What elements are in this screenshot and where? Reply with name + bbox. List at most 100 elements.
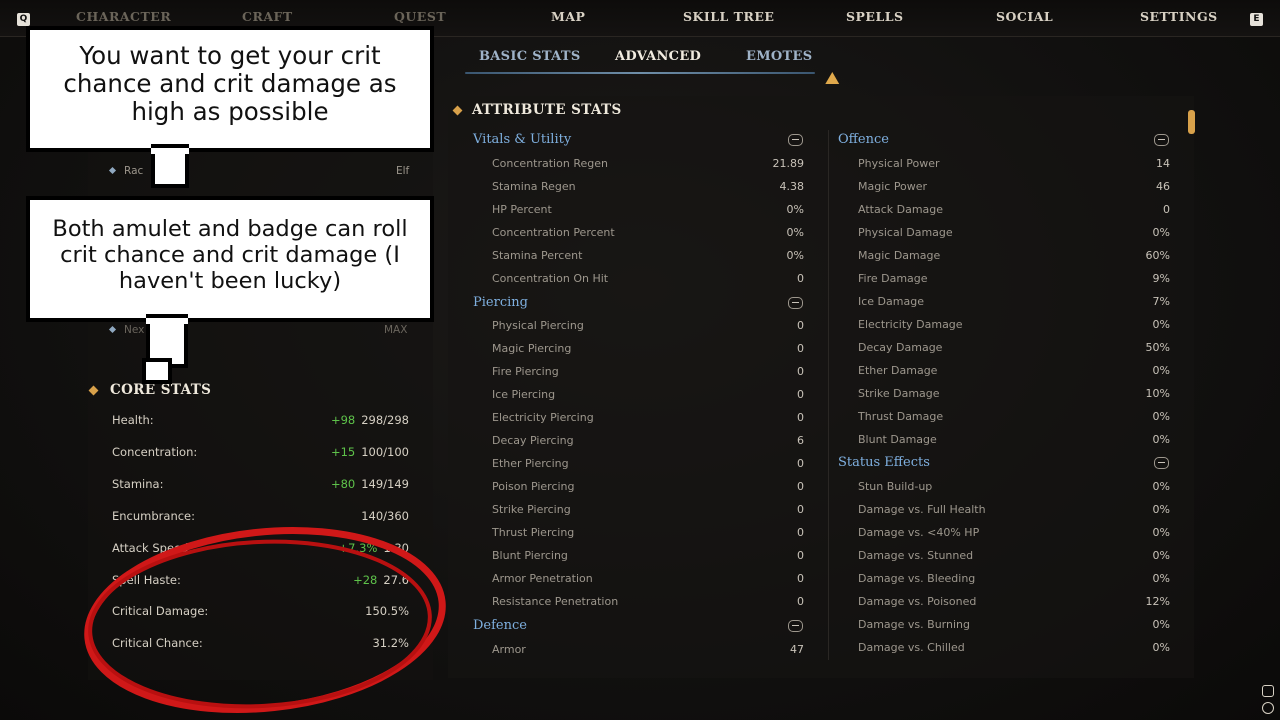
next-level-value: MAX: [384, 324, 408, 336]
collapse-status-effects-button[interactable]: [1154, 457, 1169, 469]
stat-row: HP Percent 0%: [492, 203, 804, 221]
stat-row-value: 0: [797, 526, 804, 539]
stat-row-label: Physical Power: [858, 157, 940, 170]
mouse-cursor-icon: [825, 71, 843, 91]
callout-tail-2: [150, 318, 184, 364]
stat-row: Ether Piercing 0: [492, 457, 804, 475]
stat-row-value: 0%: [1152, 226, 1170, 239]
stat-row-value: 46: [1156, 180, 1170, 193]
stat-row: Magic Piercing 0: [492, 342, 804, 360]
collapse-offence-button[interactable]: [1154, 134, 1169, 146]
callout-tail-2-joint: [146, 318, 188, 324]
callout-tail-1-joint: [151, 148, 189, 154]
nav-craft[interactable]: CRAFT: [242, 9, 293, 24]
stat-row: Damage vs. Burning 0%: [858, 618, 1170, 636]
stat-row-value: 0: [797, 503, 804, 516]
stat-row: Stun Build-up 0%: [858, 480, 1170, 498]
stat-row-label: Thrust Piercing: [492, 526, 575, 539]
stat-row-value: 9%: [1152, 272, 1170, 285]
nav-spells[interactable]: SPELLS: [846, 9, 904, 24]
stat-row-value: 47: [790, 643, 804, 656]
stat-row-label: Damage vs. Poisoned: [858, 595, 977, 608]
stat-row-label: Damage vs. Burning: [858, 618, 970, 631]
stat-row-value: 0%: [1152, 364, 1170, 377]
stat-row: Thrust Piercing 0: [492, 526, 804, 544]
stat-bonus: +98: [330, 413, 356, 427]
stat-value: 298/298: [361, 413, 409, 427]
stat-row: Fire Piercing 0: [492, 365, 804, 383]
stat-value: 100/100: [361, 445, 409, 459]
stat-row-label: Blunt Piercing: [492, 549, 568, 562]
stat-row-label: Ice Damage: [858, 295, 924, 308]
stat-row-label: Concentration Regen: [492, 157, 608, 170]
nav-settings[interactable]: SETTINGS: [1140, 9, 1218, 24]
e-key-hint: E: [1250, 13, 1263, 26]
stat-row-label: Decay Piercing: [492, 434, 574, 447]
tab-basic-stats[interactable]: BASIC STATS: [479, 49, 581, 64]
stat-row-label: Electricity Damage: [858, 318, 963, 331]
stat-row-value: 0%: [1152, 503, 1170, 516]
stat-row: Stamina Regen 4.38: [492, 180, 804, 198]
collapse-vitals-button[interactable]: [788, 134, 803, 146]
stat-row: Damage vs. Bleeding 0%: [858, 572, 1170, 590]
scrollbar-thumb[interactable]: [1188, 110, 1195, 134]
stat-row: Blunt Damage 0%: [858, 433, 1170, 451]
stat-row-label: Ether Piercing: [492, 457, 569, 470]
stat-row-label: Attack Damage: [858, 203, 944, 216]
stat-row: Electricity Damage 0%: [858, 318, 1170, 336]
race-value: Elf: [396, 165, 410, 177]
stat-row: Ice Damage 7%: [858, 295, 1170, 313]
nav-skill-tree[interactable]: SKILL TREE: [683, 9, 774, 24]
stat-row-value: 0: [797, 457, 804, 470]
tab-advanced[interactable]: ADVANCED: [615, 49, 701, 64]
red-circle-annotation: [84, 527, 446, 713]
callout-bubble-2: Both amulet and badge can roll crit chan…: [30, 200, 430, 318]
target-icon[interactable]: [1262, 702, 1274, 714]
stat-value: 149/149: [361, 477, 409, 491]
stat-row-value: 0: [797, 411, 804, 424]
stat-row: Magic Damage 60%: [858, 249, 1170, 267]
stat-row-label: Fire Damage: [858, 272, 928, 285]
stat-label: Stamina:: [112, 477, 164, 491]
stat-row-value: 0%: [786, 203, 804, 216]
nav-social[interactable]: SOCIAL: [996, 9, 1053, 24]
stat-bonus: +80: [330, 477, 356, 491]
stat-row-value: 0%: [1152, 618, 1170, 631]
mic-icon[interactable]: [1262, 685, 1274, 697]
stat-row-value: 0: [797, 342, 804, 355]
stat-row-value: 0%: [1152, 526, 1170, 539]
stat-row-value: 14: [1156, 157, 1170, 170]
stat-row-value: 0%: [786, 249, 804, 262]
nav-map[interactable]: MAP: [551, 9, 585, 24]
stat-row-value: 0%: [786, 226, 804, 239]
stat-row: Concentration Percent 0%: [492, 226, 804, 244]
tab-emotes[interactable]: EMOTES: [746, 49, 812, 64]
stat-row-label: Thrust Damage: [858, 410, 944, 423]
stat-row: Strike Piercing 0: [492, 503, 804, 521]
nav-quest[interactable]: QUEST: [394, 9, 446, 24]
stat-row-label: Damage vs. <40% HP: [858, 526, 980, 539]
group-title-piercing: Piercing: [473, 295, 528, 310]
group-title-defence: Defence: [473, 618, 527, 633]
stat-row-value: 0: [1163, 203, 1170, 216]
stat-row-label: Electricity Piercing: [492, 411, 594, 424]
stat-row-label: Armor Penetration: [492, 572, 593, 585]
stat-row-label: Magic Piercing: [492, 342, 572, 355]
stat-row-value: 0: [797, 365, 804, 378]
collapse-defence-button[interactable]: [788, 620, 803, 632]
stat-row: Resistance Penetration 0: [492, 595, 804, 613]
stat-row-label: Decay Damage: [858, 341, 943, 354]
stat-row-label: Physical Damage: [858, 226, 953, 239]
collapse-piercing-button[interactable]: [788, 297, 803, 309]
nav-character[interactable]: CHARACTER: [76, 9, 171, 24]
stat-row-label: Blunt Damage: [858, 433, 937, 446]
stat-row-value: 12%: [1145, 595, 1170, 608]
stat-row: Decay Damage 50%: [858, 341, 1170, 359]
stat-row-label: Physical Piercing: [492, 319, 584, 332]
callout-text-1: You want to get your crit chance and cri…: [63, 41, 397, 126]
stat-row: Strike Damage 10%: [858, 387, 1170, 405]
stat-row: Magic Power 46: [858, 180, 1170, 198]
stat-row-label: Strike Damage: [858, 387, 940, 400]
stat-row-label: Stamina Percent: [492, 249, 583, 262]
stat-row-value: 60%: [1145, 249, 1170, 262]
